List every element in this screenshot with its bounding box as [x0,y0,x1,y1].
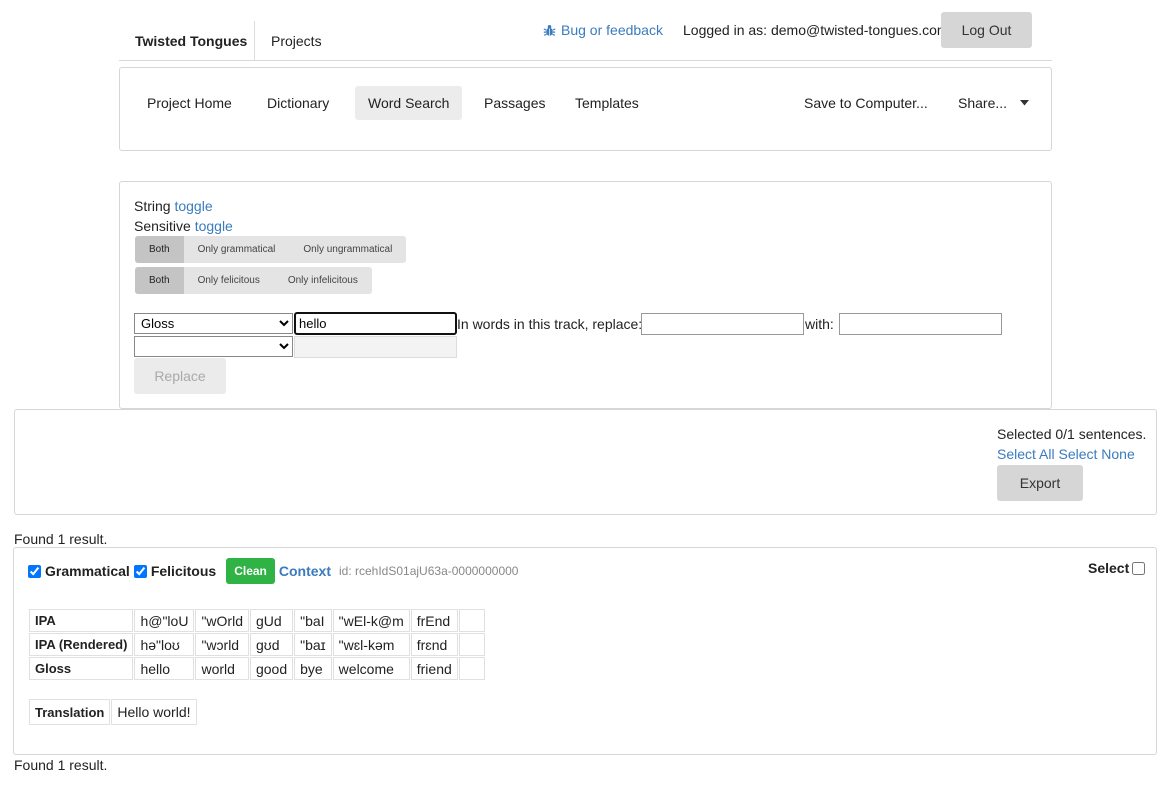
gloss-cell[interactable]: bye [294,657,332,680]
select-checkbox[interactable] [1132,561,1146,575]
ipa-cell[interactable]: "wOrld [195,609,249,632]
table-row: Translation Hello world! [29,699,197,725]
row-label: Gloss [29,657,134,680]
search-field-select-2[interactable] [134,336,293,357]
feedback-label: Bug or feedback [561,22,663,38]
select-all-link[interactable]: Select All [997,446,1055,462]
ipa-rendered-cell[interactable]: gʊd [249,633,294,656]
felicitous-checkbox[interactable] [133,564,147,578]
replace-button[interactable]: Replace [134,358,226,394]
nav-underline [119,60,1052,61]
search-term-input-1[interactable] [294,312,457,335]
row-label: IPA [29,609,134,632]
bug-icon [543,24,556,36]
app-brand[interactable]: Twisted Tongues [135,33,247,49]
selection-panel: Selected 0/1 sentences. Select All Selec… [14,409,1157,515]
only-felicitous-button[interactable]: Only felicitous [184,267,274,294]
felicitous-filter-group: Both Only felicitous Only infelicitous [135,267,372,294]
interlinear-table: IPA h@"loU "wOrld gUd "baI "wEl-k@m frEn… [28,608,486,681]
sensitive-toggle-row: Sensitive toggle [134,218,233,234]
feedback-link[interactable]: Bug or feedback [543,22,663,38]
string-toggle-row: String toggle [134,198,213,214]
sensitive-toggle-link[interactable]: toggle [195,218,233,234]
only-infelicitous-button[interactable]: Only infelicitous [274,267,372,294]
grammatical-both-button[interactable]: Both [135,236,184,263]
replace-to-input[interactable] [839,313,1002,335]
ipa-rendered-cell[interactable]: frɛnd [410,633,458,656]
nav-project-home[interactable]: Project Home [134,86,245,120]
share-label: Share... [958,95,1008,111]
found-count-bottom: Found 1 result. [14,757,108,773]
ipa-rendered-cell[interactable] [458,633,485,656]
only-ungrammatical-button[interactable]: Only ungrammatical [289,236,406,263]
ipa-rendered-cell[interactable]: hə"loʊ [134,633,195,656]
select-sentence: Select [1088,560,1146,576]
gloss-cell[interactable]: welcome [332,657,410,680]
string-toggle-link[interactable]: toggle [174,198,212,214]
logged-in-status: Logged in as: demo@twisted-tongues.com [683,22,949,38]
selection-status: Selected 0/1 sentences. [997,426,1147,442]
replace-from-input[interactable] [641,313,804,335]
export-button[interactable]: Export [997,465,1083,501]
translation-label: Translation [29,699,111,725]
table-row: IPA h@"loU "wOrld gUd "baI "wEl-k@m frEn… [29,609,485,632]
ipa-cell[interactable]: h@"loU [134,609,195,632]
ipa-rendered-cell[interactable]: "baɪ [294,633,332,656]
found-count-top: Found 1 result. [14,531,108,547]
grammatical-filter-group: Both Only grammatical Only ungrammatical [135,236,407,263]
ipa-cell[interactable] [458,609,485,632]
with-label: with: [805,316,834,332]
ipa-cell[interactable]: frEnd [410,609,458,632]
table-row: IPA (Rendered) hə"loʊ "wɔrld gʊd "baɪ "w… [29,633,485,656]
nav-templates[interactable]: Templates [562,86,652,120]
felicitous-both-button[interactable]: Both [135,267,184,294]
result-card: Grammatical Felicitous Clean Context id:… [13,547,1157,755]
save-to-computer-button[interactable]: Save to Computer... [791,86,941,120]
projects-link[interactable]: Projects [271,33,322,49]
translation-table: Translation Hello world! [28,698,198,726]
logout-button[interactable]: Log Out [941,12,1032,48]
translation-cell[interactable]: Hello world! [111,699,197,725]
result-header: Grammatical Felicitous Clean Context id:… [28,558,518,584]
search-term-input-2[interactable] [294,336,457,358]
gloss-cell[interactable]: world [195,657,249,680]
context-link[interactable]: Context [279,563,331,579]
nav-divider [254,21,255,61]
felicitous-label: Felicitous [150,563,217,579]
select-none-link[interactable]: Select None [1058,446,1134,462]
gloss-cell[interactable]: hello [134,657,195,680]
gloss-cell[interactable] [458,657,485,680]
clean-badge[interactable]: Clean [226,558,275,584]
ipa-rendered-cell[interactable]: "wɛl-kəm [332,633,410,656]
only-grammatical-button[interactable]: Only grammatical [184,236,290,263]
sensitive-label: Sensitive [134,218,191,234]
search-field-select-1[interactable]: Gloss [134,313,293,334]
search-panel: String toggle Sensitive toggle Both Only… [119,181,1052,409]
ipa-rendered-cell[interactable]: "wɔrld [195,633,249,656]
project-nav-card: Project Home Dictionary Word Search Pass… [119,67,1052,151]
select-links: Select All Select None [997,446,1135,462]
gloss-cell[interactable]: friend [410,657,458,680]
nav-word-search[interactable]: Word Search [355,86,463,120]
nav-passages[interactable]: Passages [471,86,558,120]
ipa-cell[interactable]: gUd [249,609,294,632]
string-label: String [134,198,171,214]
sentence-id: id: rcehIdS01ajU63a-0000000000 [339,564,519,578]
select-label: Select [1088,560,1130,576]
grammatical-label: Grammatical [45,563,130,579]
grammatical-checkbox[interactable] [28,564,41,578]
ipa-cell[interactable]: "baI [294,609,332,632]
ipa-cell[interactable]: "wEl-k@m [332,609,410,632]
share-dropdown[interactable]: Share... [945,86,1042,120]
row-label: IPA (Rendered) [29,633,134,656]
caret-down-icon [1020,100,1030,106]
table-row: Gloss hello world good bye welcome frien… [29,657,485,680]
replace-prompt: In words in this track, replace: [457,316,643,332]
nav-dictionary[interactable]: Dictionary [254,86,342,120]
gloss-cell[interactable]: good [249,657,294,680]
